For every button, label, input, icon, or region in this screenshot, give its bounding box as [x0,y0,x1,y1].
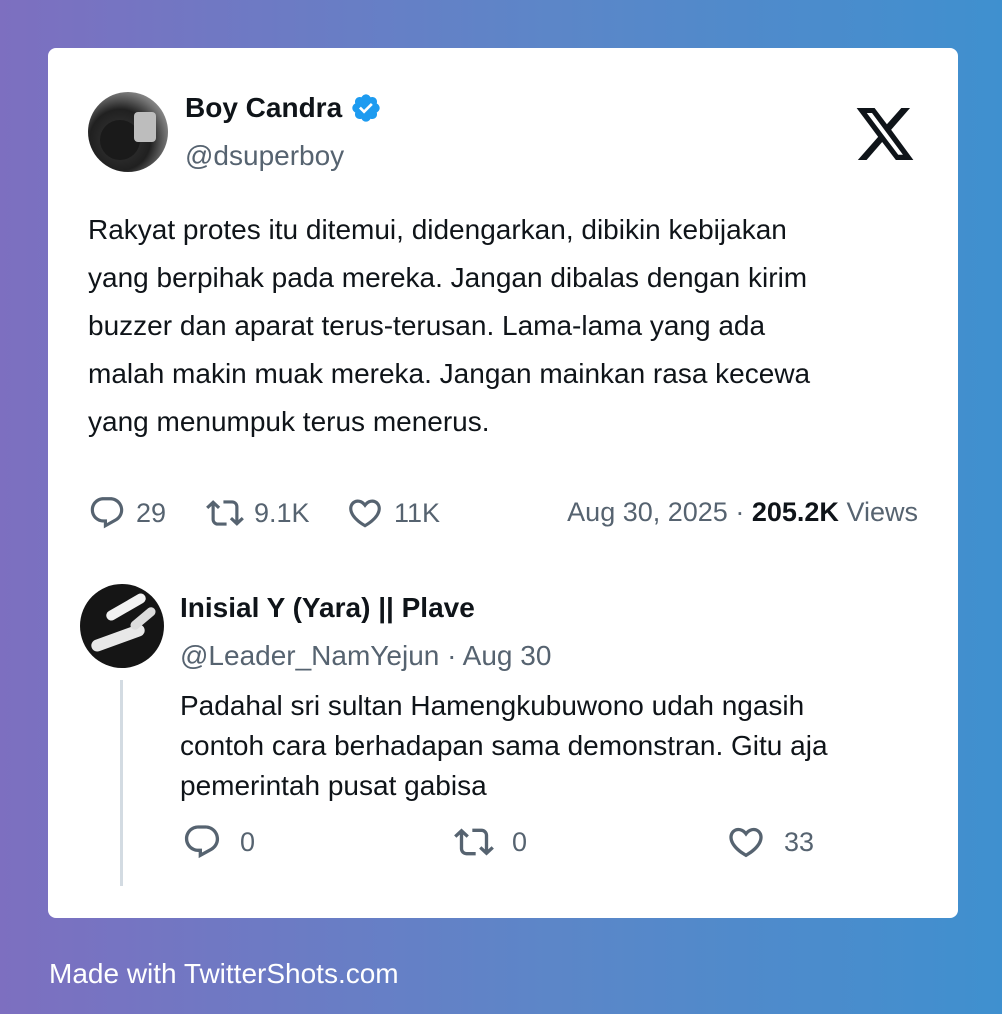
reply-retweet-count-label: 0 [512,826,528,857]
reply-retweet-count[interactable]: 0 [454,822,527,862]
like-count-label: 11K [394,497,441,528]
tweet-date[interactable]: Aug 30, 2025 [567,497,728,527]
verified-badge-icon [352,94,380,122]
meta-separator: · [735,497,745,527]
reply-author-avatar[interactable] [80,584,164,668]
author-name-row: Boy Candra [185,92,382,124]
reply-reply-count[interactable]: 0 [182,822,255,862]
thread-line [120,680,123,886]
retweet-count[interactable]: 9.1K [206,494,310,532]
reply-icon [184,825,220,859]
retweet-icon [454,828,494,856]
author-avatar[interactable] [88,92,168,172]
reply-count-label: 29 [136,497,167,528]
tweet-metrics: 29 9.1K 11K Aug 30, 2025 · 205.2K Views [88,494,918,534]
retweet-icon [206,500,244,526]
reply-count[interactable]: 29 [88,494,166,532]
reply-author-name[interactable]: Inisial Y (Yara) || Plave [180,592,475,624]
tweet-meta: Aug 30, 2025 · 205.2K Views [567,497,918,528]
heart-icon [349,499,381,528]
tweet-text: Rakyat protes itu ditemui, didengarkan, … [88,214,811,437]
reply-icon [90,497,124,529]
reply-like-count[interactable]: 33 [726,822,814,862]
reply-reply-count-label: 0 [240,826,256,857]
reply-handle-date[interactable]: @Leader_NamYejun · Aug 30 [180,640,551,672]
heart-icon [729,827,763,858]
footer-credit: Made with TwitterShots.com [49,958,399,989]
x-logo-icon[interactable] [856,108,914,160]
views-count: 205.2K [751,497,839,527]
reply-text: Padahal sri sultan Hamengkubuwono udah n… [180,690,828,801]
retweet-count-label: 9.1K [254,497,310,528]
reply-like-count-label: 33 [784,826,815,857]
tweet-card: Boy Candra @dsuperboy Rakyat protes itu … [48,48,958,918]
views-label: Views [846,497,918,527]
author-name[interactable]: Boy Candra [185,92,342,124]
author-handle[interactable]: @dsuperboy [185,140,344,172]
like-count[interactable]: 11K [346,494,440,532]
